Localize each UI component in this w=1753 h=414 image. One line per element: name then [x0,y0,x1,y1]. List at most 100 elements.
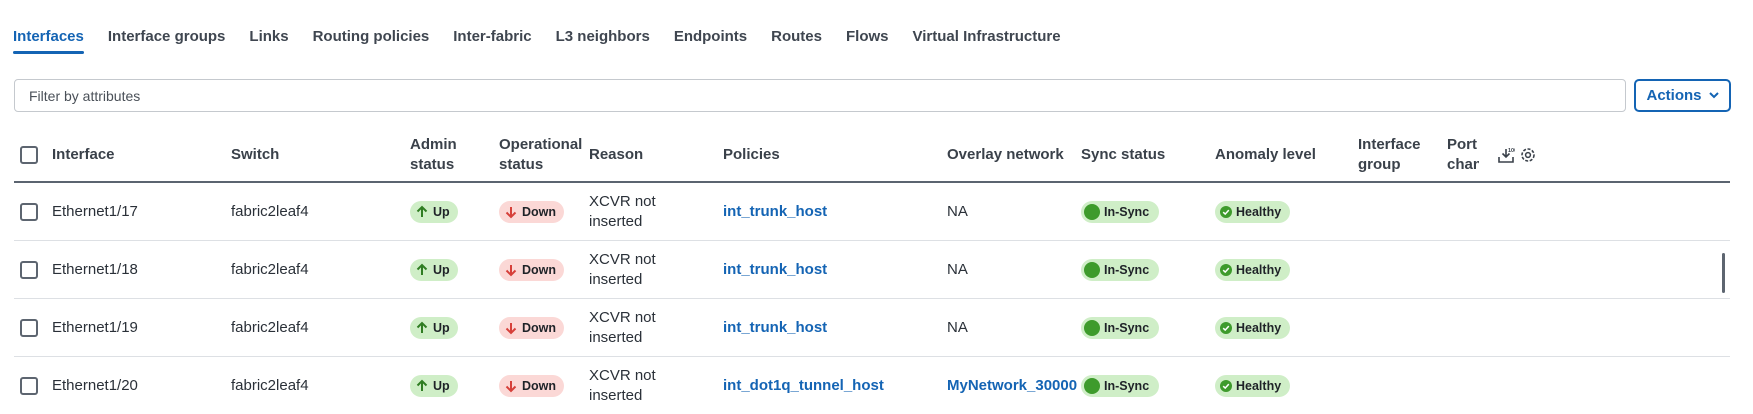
sync-status-badge: In-Sync [1081,316,1160,339]
admin-status-badge: Up [410,374,458,397]
tab-endpoints[interactable]: Endpoints [674,18,747,54]
interface-cell: Ethernet1/17 [52,202,138,220]
sync-dot-icon [1084,261,1100,278]
reason-line2: inserted [589,328,643,346]
arrow-up-icon [416,379,428,391]
export-icon[interactable]: 100 [1497,146,1515,164]
select-all-checkbox[interactable] [20,146,38,164]
table-row[interactable]: Ethernet1/18 fabric2leaf4 Up Down XCVR n… [14,241,1730,299]
row-checkbox[interactable] [20,318,38,337]
filter-box [14,79,1626,112]
select-all-cell [20,129,38,181]
table-row[interactable]: Ethernet1/17 fabric2leaf4 Up Down XCVR n… [14,183,1730,241]
admin-status-cell: Up [410,299,458,356]
overlay-network-cell: NA [947,318,968,336]
overlay-network-cell: NA [947,202,968,220]
tab-virtual-infrastructure[interactable]: Virtual Infrastructure [913,18,1061,54]
reason-cell: XCVR not inserted [589,183,656,240]
interface-cell: Ethernet1/20 [52,376,138,394]
sync-status-badge: In-Sync [1081,374,1160,397]
col-sync-status[interactable]: Sync status [1081,129,1165,181]
policy-link[interactable]: int_trunk_host [723,241,827,298]
sync-status-label: In-Sync [1104,204,1150,219]
sync-status-cell: In-Sync [1081,241,1160,298]
row-select-cell [20,357,38,414]
anomaly-badge: Healthy [1215,200,1291,223]
admin-status-label: Up [433,378,450,393]
vertical-scrollbar[interactable] [1722,253,1725,293]
policy-link[interactable]: int_trunk_host [723,183,827,240]
sync-status-badge: In-Sync [1081,200,1160,223]
check-circle-icon [1220,263,1232,276]
sync-status-label: In-Sync [1104,320,1150,335]
operational-status-badge: Down [499,316,565,339]
anomaly-label: Healthy [1236,262,1282,277]
tab-l3-neighbors[interactable]: L3 neighbors [556,18,650,54]
anomaly-level-cell: Healthy [1215,241,1291,298]
admin-status-label: Up [433,320,450,335]
reason-cell: XCVR not inserted [589,357,656,414]
sync-status-label: In-Sync [1104,262,1150,277]
arrow-down-icon [505,264,517,276]
sync-status-badge: In-Sync [1081,258,1160,281]
tab-inter-fabric[interactable]: Inter-fabric [453,18,531,54]
sync-dot-icon [1084,377,1100,394]
col-policies[interactable]: Policies [723,129,780,181]
tab-routing-policies[interactable]: Routing policies [313,18,430,54]
tab-flows[interactable]: Flows [846,18,889,54]
reason-cell: XCVR not inserted [589,299,656,356]
table-row[interactable]: Ethernet1/19 fabric2leaf4 Up Down XCVR n… [14,299,1730,357]
operational-status-label: Down [522,262,557,277]
actions-button[interactable]: Actions [1634,79,1731,112]
reason-line1: XCVR not [589,366,656,384]
col-port-channel[interactable]: Port chan [1447,129,1479,181]
policy-link[interactable]: int_dot1q_tunnel_host [723,357,884,414]
col-operational-status[interactable]: Operational status [499,129,582,181]
arrow-up-icon [416,321,428,333]
arrow-up-icon [416,205,428,217]
tab-links[interactable]: Links [249,18,288,54]
policy-link[interactable]: int_trunk_host [723,299,827,356]
interface-cell: Ethernet1/19 [52,318,138,336]
gear-icon[interactable] [1519,146,1537,164]
operational-status-badge: Down [499,200,565,223]
header-tools: 100 [1497,129,1537,181]
sync-status-cell: In-Sync [1081,357,1160,414]
admin-status-badge: Up [410,316,458,339]
col-port-channel-line1: Port [1447,136,1477,153]
operational-status-cell: Down [499,183,565,240]
interface-cell: Ethernet1/18 [52,260,138,278]
arrow-down-icon [505,380,517,392]
admin-status-cell: Up [410,183,458,240]
reason-line2: inserted [589,270,643,288]
row-checkbox[interactable] [20,202,38,221]
col-admin-status[interactable]: Admin status [410,129,457,181]
col-anomaly-level[interactable]: Anomaly level [1215,129,1316,181]
overlay-network-link[interactable]: MyNetwork_30000 [947,357,1077,414]
col-interface[interactable]: Interface [52,129,115,181]
tab-bar: Interfaces Interface groups Links Routin… [13,18,1085,54]
tab-interfaces[interactable]: Interfaces [13,18,84,54]
admin-status-badge: Up [410,200,458,223]
arrow-down-icon [505,206,517,218]
row-checkbox[interactable] [20,376,38,395]
operational-status-label: Down [522,204,557,219]
col-interface-group[interactable]: Interface group [1358,129,1421,181]
switch-cell: fabric2leaf4 [231,318,309,336]
tab-interface-groups[interactable]: Interface groups [108,18,226,54]
reason-line1: XCVR not [589,308,656,326]
operational-status-label: Down [522,378,557,393]
table-row[interactable]: Ethernet1/20 fabric2leaf4 Up Down XCVR n… [14,357,1730,414]
tab-routes[interactable]: Routes [771,18,822,54]
anomaly-label: Healthy [1236,204,1282,219]
anomaly-badge: Healthy [1215,258,1291,281]
row-checkbox[interactable] [20,260,38,279]
filter-input[interactable] [15,80,1625,111]
row-select-cell [20,299,38,356]
col-reason[interactable]: Reason [589,129,643,181]
col-switch[interactable]: Switch [231,129,279,181]
interfaces-table: Interface Switch Admin status Operationa… [14,129,1730,414]
reason-cell: XCVR not inserted [589,241,656,298]
col-overlay-network[interactable]: Overlay network [947,129,1064,181]
sync-status-label: In-Sync [1104,378,1150,393]
